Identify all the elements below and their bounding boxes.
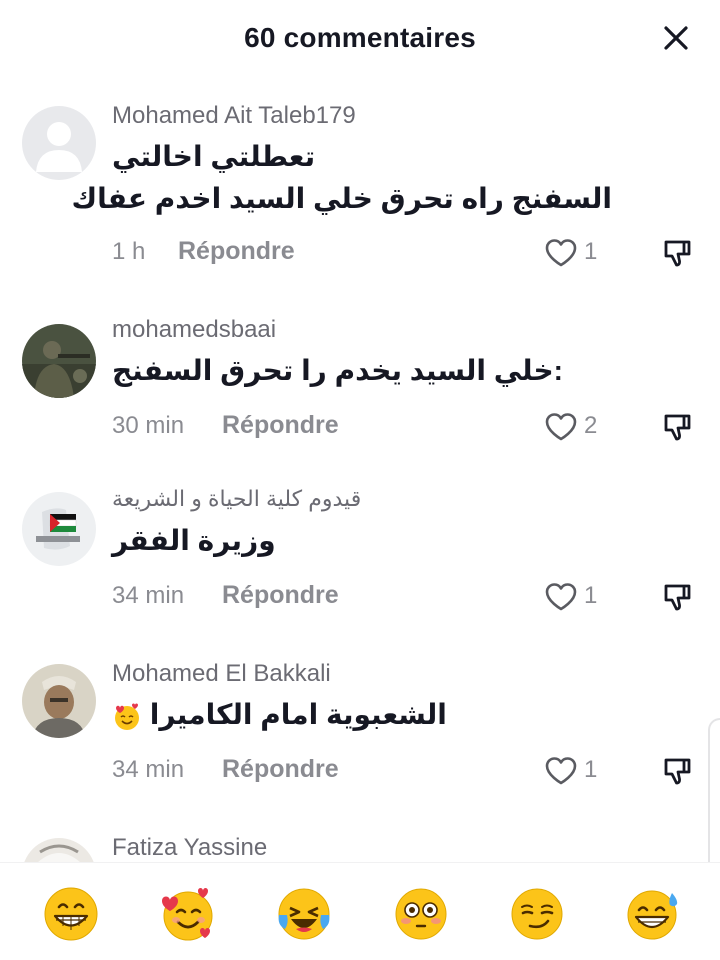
comment-text-line: السفنج راه تحرق خلي السيد اخدم عفاك (71, 183, 612, 214)
avatar[interactable] (22, 492, 96, 566)
emoji-button-crying-laughing[interactable] (275, 885, 333, 943)
comment-text: الشعبوية امام الكاميرا (149, 699, 447, 730)
grinning-sweat-face-icon (627, 890, 678, 940)
reply-button[interactable]: Répondre (222, 411, 339, 440)
comment-item: Fatiza Yassine (0, 832, 720, 862)
comment-time: 34 min (112, 756, 185, 783)
like-count: 2 (584, 412, 598, 439)
thumbs-down-icon (664, 758, 691, 785)
heart-outline-icon (545, 757, 577, 785)
avatar[interactable] (22, 664, 96, 738)
like-count: 1 (584, 582, 598, 609)
soldier-photo-avatar (22, 324, 96, 398)
comment-item: قيدوم كلية الحياة و الشريعة وزيرة الفقر … (0, 486, 720, 618)
dislike-button[interactable] (660, 580, 694, 616)
comment-text-line: وزيرة الفقر (112, 525, 276, 556)
smiling-face-with-hearts-icon (162, 888, 213, 941)
comment-text-line: :خلي السيد يخدم را تحرق السفنج (112, 355, 563, 386)
dislike-button[interactable] (660, 410, 694, 446)
smiling-face-with-hearts-icon (115, 703, 139, 730)
emoji-quick-bar (0, 862, 720, 960)
emoji-button-flushed[interactable] (392, 885, 450, 943)
close-icon (664, 26, 688, 50)
like-button[interactable]: 1 (544, 236, 604, 272)
thumbs-down-icon (664, 584, 691, 611)
man-photo-avatar (22, 664, 96, 738)
emoji-button-smirking[interactable] (508, 885, 566, 943)
like-count: 1 (584, 756, 598, 783)
avatar[interactable] (22, 106, 96, 180)
heart-outline-icon (545, 413, 577, 441)
close-button[interactable] (656, 18, 696, 58)
like-count: 1 (584, 238, 598, 265)
avatar[interactable] (22, 838, 96, 862)
reply-button[interactable]: Répondre (222, 581, 339, 610)
emoji-button-grinning-sweat[interactable] (624, 885, 682, 943)
reply-button[interactable]: Répondre (178, 237, 295, 266)
comment-item: Mohamed El Bakkali الشعبوية امام الكامير… (0, 660, 720, 792)
comment-time: 34 min (112, 582, 185, 609)
dislike-button[interactable] (660, 754, 694, 790)
emoji-button-grinning[interactable] (42, 885, 100, 943)
comment-username[interactable]: Fatiza Yassine (112, 834, 267, 862)
reply-button[interactable]: Répondre (222, 755, 339, 784)
dislike-button[interactable] (660, 236, 694, 272)
like-button[interactable]: 1 (544, 754, 604, 790)
grinning-face-icon (44, 887, 98, 941)
comment-username[interactable]: Mohamed Ait Taleb179 (112, 102, 356, 130)
comments-count-title: 60 commentaires (244, 22, 476, 53)
comment-username[interactable]: mohamedsbaai (112, 316, 276, 344)
flushed-face-icon (395, 888, 447, 940)
comment-text-line: الشعبوية امام الكاميرا (112, 698, 612, 732)
avatar[interactable] (22, 324, 96, 398)
comment-text-line: تعطلتي اخالتي (112, 141, 316, 172)
like-button[interactable]: 1 (544, 580, 604, 616)
smirking-face-icon (511, 888, 563, 940)
heart-outline-icon (545, 239, 577, 267)
comment-list[interactable]: Mohamed Ait Taleb179 تعطلتي اخالتي السفن… (0, 84, 720, 862)
crying-laughing-face-icon (278, 888, 330, 940)
flag-logo-avatar (22, 492, 96, 566)
emoji-button-hearts[interactable] (158, 885, 216, 943)
comments-header: 60 commentaires (0, 0, 720, 84)
like-button[interactable]: 2 (544, 410, 604, 446)
comment-username[interactable]: Mohamed El Bakkali (112, 660, 331, 688)
thumbs-down-icon (664, 414, 691, 441)
comment-username[interactable]: قيدوم كلية الحياة و الشريعة (112, 486, 374, 512)
thumbs-down-icon (664, 240, 691, 267)
user-photo-avatar (22, 838, 96, 862)
heart-outline-icon (545, 583, 577, 611)
comment-item: Mohamed Ait Taleb179 تعطلتي اخالتي السفن… (0, 102, 720, 272)
comment-time: 1 h (112, 238, 146, 265)
comment-time: 30 min (112, 412, 185, 439)
default-avatar-icon (22, 106, 96, 180)
comment-item: mohamedsbaai :خلي السيد يخدم را تحرق الس… (0, 316, 720, 448)
